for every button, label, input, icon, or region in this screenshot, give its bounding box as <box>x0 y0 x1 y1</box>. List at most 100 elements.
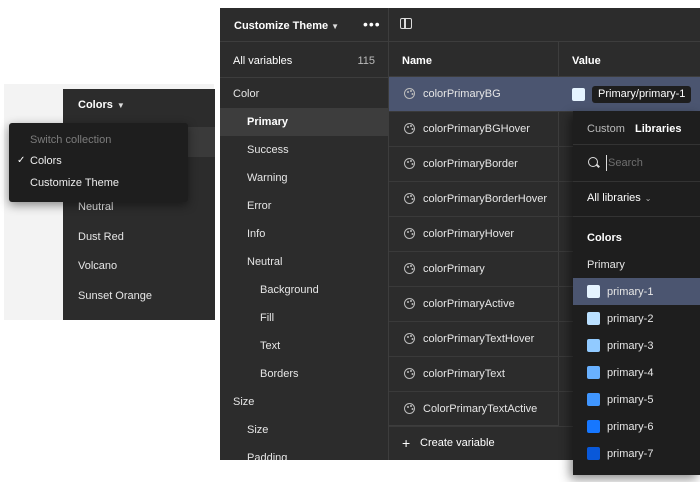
chevron-down-icon: ▼ <box>331 22 340 31</box>
group-item[interactable]: Neutral <box>78 201 152 231</box>
variable-name: colorPrimaryText <box>423 368 505 380</box>
color-variable-icon <box>404 193 415 204</box>
group-neutral[interactable]: Neutral <box>220 248 388 276</box>
column-header-name: Name <box>389 42 559 77</box>
variable-name: colorPrimary <box>423 263 485 275</box>
color-option-primary-1[interactable]: primary-1 <box>573 278 700 305</box>
sidebar-toggle-icon[interactable] <box>400 18 412 29</box>
group-text[interactable]: Text <box>220 332 388 360</box>
color-option-label: primary-4 <box>607 367 654 379</box>
color-swatch <box>587 339 600 352</box>
variable-name: colorPrimaryBG <box>423 88 501 100</box>
variable-name: ColorPrimaryTextActive <box>423 403 538 415</box>
divider <box>573 144 700 145</box>
sidebar-header: Customize Theme ▼ ••• <box>220 8 388 42</box>
color-swatch <box>587 312 600 325</box>
search-input[interactable] <box>606 155 698 171</box>
selected-row-highlight <box>188 127 215 157</box>
table-toolbar <box>389 8 700 42</box>
color-option-label: primary-3 <box>607 340 654 352</box>
color-option-primary-4[interactable]: primary-4 <box>573 359 700 386</box>
group-size[interactable]: Size <box>220 388 388 416</box>
alias-pill[interactable]: Primary/primary-1 <box>592 86 692 103</box>
color-option-label: primary-1 <box>607 286 654 298</box>
group-color[interactable]: Color <box>220 80 388 108</box>
variable-count: 115 <box>357 55 375 67</box>
color-swatch <box>587 447 600 460</box>
group-error[interactable]: Error <box>220 192 388 220</box>
color-swatch <box>587 393 600 406</box>
checkmark-icon: ✓ <box>17 155 26 166</box>
group-background[interactable]: Background <box>220 276 388 304</box>
group-size-child[interactable]: Size <box>220 416 388 444</box>
color-option-primary-6[interactable]: primary-6 <box>573 413 700 440</box>
group-warning[interactable]: Warning <box>220 164 388 192</box>
color-swatch <box>587 285 600 298</box>
variable-name: colorPrimaryHover <box>423 228 515 240</box>
create-variable-label: Create variable <box>420 437 495 449</box>
libraries-filter-label: All libraries <box>587 192 641 204</box>
menu-header: Switch collection <box>30 134 112 146</box>
variable-name: colorPrimaryBorderHover <box>423 193 548 205</box>
collection-group-list: Neutral Dust Red Volcano Sunset Orange <box>78 201 152 319</box>
color-variable-icon <box>404 263 415 274</box>
ellipsis-icon[interactable]: ••• <box>363 16 381 32</box>
chevron-down-icon: ⌄ <box>644 194 652 203</box>
color-variable-icon <box>404 298 415 309</box>
collection-sidebar: Customize Theme ▼ ••• All variables 115 C… <box>220 8 389 460</box>
color-option-primary-2[interactable]: primary-2 <box>573 305 700 332</box>
collection-switcher[interactable]: Customize Theme ▼ <box>234 20 339 32</box>
group-padding[interactable]: Padding <box>220 444 388 460</box>
plus-icon: + <box>402 435 411 451</box>
all-variables-item[interactable]: All variables 115 <box>220 42 388 78</box>
color-swatch <box>587 420 600 433</box>
libraries-filter-dropdown[interactable]: All libraries ⌄ <box>587 192 652 204</box>
all-variables-label: All variables <box>233 55 293 67</box>
group-item[interactable]: Sunset Orange <box>78 290 152 320</box>
variable-name: colorPrimaryBGHover <box>423 123 530 135</box>
color-variable-icon <box>404 158 415 169</box>
tab-custom[interactable]: Custom <box>587 123 625 135</box>
chevron-down-icon: ▼ <box>116 101 125 110</box>
tab-libraries[interactable]: Libraries <box>635 123 681 135</box>
group-item[interactable]: Volcano <box>78 260 152 290</box>
group-primary[interactable]: Primary <box>220 108 388 136</box>
group-item[interactable]: Dust Red <box>78 231 152 261</box>
color-variable-icon <box>404 333 415 344</box>
menu-item-label: Customize Theme <box>30 177 120 189</box>
group-fill[interactable]: Fill <box>220 304 388 332</box>
color-option-label: primary-2 <box>607 313 654 325</box>
group-title: Primary <box>587 259 625 271</box>
color-option-primary-7[interactable]: primary-7 <box>573 440 700 467</box>
menu-item-label: Colors <box>30 155 62 167</box>
column-value-label: Value <box>572 55 601 67</box>
color-variable-icon <box>404 228 415 239</box>
section-title: Colors <box>587 232 622 244</box>
column-header-value: Value <box>559 42 700 77</box>
menu-item-colors[interactable]: ✓ Colors <box>9 151 188 171</box>
divider <box>573 181 700 182</box>
group-borders[interactable]: Borders <box>220 360 388 388</box>
library-picker-popover: Custom Libraries All libraries⌄ Colors P… <box>573 111 700 475</box>
color-variable-icon <box>404 123 415 134</box>
group-success[interactable]: Success <box>220 136 388 164</box>
table-row[interactable]: colorPrimaryBG Primary/primary-1 <box>389 77 700 112</box>
group-info[interactable]: Info <box>220 220 388 248</box>
color-variable-icon <box>404 368 415 379</box>
color-variable-icon <box>404 88 415 99</box>
color-option-label: primary-6 <box>607 421 654 433</box>
column-name-label: Name <box>402 55 432 67</box>
create-variable-button[interactable]: + Create variable <box>389 425 559 460</box>
color-option-label: primary-7 <box>607 448 654 460</box>
menu-item-customize-theme[interactable]: Customize Theme <box>9 173 188 193</box>
variable-name: colorPrimaryActive <box>423 298 515 310</box>
search-icon <box>588 157 598 167</box>
color-option-label: primary-5 <box>607 394 654 406</box>
collection-title-button[interactable]: Colors ▼ <box>78 99 125 111</box>
color-variable-icon <box>404 403 415 414</box>
collection-title: Colors <box>78 99 113 111</box>
variable-name: colorPrimaryTextHover <box>423 333 535 345</box>
color-option-primary-3[interactable]: primary-3 <box>573 332 700 359</box>
color-swatch <box>572 88 585 101</box>
color-option-primary-5[interactable]: primary-5 <box>573 386 700 413</box>
